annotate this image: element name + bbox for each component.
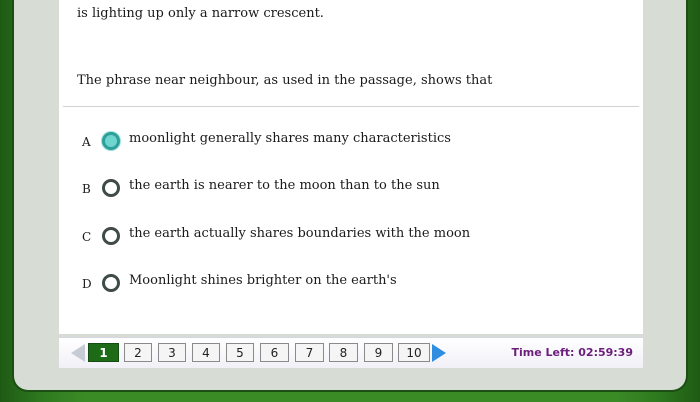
page-button-8[interactable]: 8 [329,343,358,362]
option-text: the earth is nearer to the moon than to … [129,178,440,193]
page-button-1[interactable]: 1 [88,343,119,362]
question-text: The phrase near neighbour, as used in th… [77,73,493,88]
time-left: Time Left: 02:59:39 [511,346,634,359]
radio-selected-icon[interactable] [102,132,120,150]
option-letter: A [82,135,91,149]
next-arrow-icon[interactable] [432,344,446,362]
page-button-4[interactable]: 4 [192,343,220,362]
page-button-5[interactable]: 5 [226,343,254,362]
option-a[interactable]: A moonlight generally shares many charac… [59,126,643,156]
option-text: the earth actually shares boundaries wit… [129,226,471,241]
page-button-3[interactable]: 3 [158,343,186,362]
option-d[interactable]: D Moonlight shines brighter on the earth… [59,268,643,298]
page-button-9[interactable]: 9 [364,343,393,362]
previous-arrow-icon[interactable] [71,344,85,362]
option-letter: C [82,230,92,244]
option-text: Moonlight shines brighter on the earth's [129,273,397,288]
question-panel: is lighting up only a narrow crescent. T… [59,0,643,334]
question-navigation: 1 2 3 4 5 6 7 8 9 10 Time Left: 02:59:39 [59,337,643,368]
option-b[interactable]: B the earth is nearer to the moon than t… [59,173,643,203]
option-text: moonlight generally shares many characte… [129,131,451,146]
page-button-6[interactable]: 6 [260,343,289,362]
radio-icon[interactable] [102,227,120,245]
page-button-10[interactable]: 10 [398,343,430,362]
radio-icon[interactable] [102,179,120,197]
option-letter: D [82,277,92,291]
radio-icon[interactable] [102,274,120,292]
page-button-2[interactable]: 2 [124,343,152,362]
page-button-7[interactable]: 7 [295,343,324,362]
option-c[interactable]: C the earth actually shares boundaries w… [59,221,643,251]
passage-text: is lighting up only a narrow crescent. [77,6,324,21]
option-letter: B [82,182,91,196]
divider [63,106,639,107]
